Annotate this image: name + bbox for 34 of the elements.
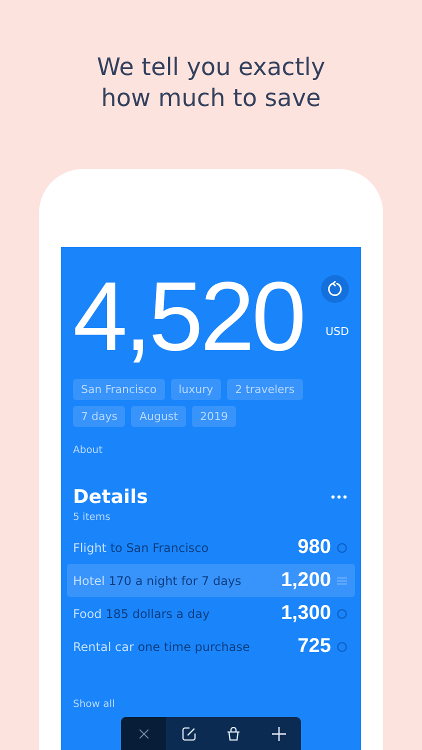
expense-amount: 1,300: [280, 602, 331, 625]
trash-icon: [227, 726, 240, 740]
drag-handle-icon[interactable]: [337, 576, 347, 584]
expense-amount: 980: [298, 536, 331, 559]
refresh-icon: [327, 281, 343, 297]
expense-row[interactable]: Food 185 dollars a day 1,300: [67, 597, 355, 630]
expense-description: Food 185 dollars a day: [73, 606, 211, 620]
trip-tag[interactable]: 2019: [192, 406, 236, 427]
trip-tag[interactable]: luxury: [170, 379, 222, 400]
expense-description: Hotel 170 a night for 7 days: [73, 574, 242, 588]
show-all-link[interactable]: Show all: [73, 699, 115, 710]
expense-amount: 1,200: [280, 569, 331, 592]
expense-description: Flight to San Francisco: [73, 540, 210, 554]
currency: USD: [325, 325, 349, 338]
about-link[interactable]: About: [73, 445, 103, 456]
close-icon: [138, 728, 148, 738]
headline: how much to save: [101, 83, 321, 114]
expense-description: Rental car one time purchase: [73, 640, 251, 654]
expense-row[interactable]: Flight to San Francisco 980: [67, 531, 355, 564]
reset-button[interactable]: [321, 275, 349, 303]
item-count: 5 items: [73, 512, 110, 523]
expense-amount: 725: [298, 635, 331, 658]
headline: We tell you exactly: [96, 52, 326, 83]
plus-icon: [272, 726, 286, 740]
trip-tag[interactable]: August: [131, 406, 186, 427]
trip-tag[interactable]: 7 days: [73, 406, 126, 427]
total-amount: 4,520: [73, 267, 304, 365]
expense-row[interactable]: Hotel 170 a night for 7 days 1,200: [67, 564, 355, 597]
more-icon[interactable]: [331, 495, 347, 499]
expense-row[interactable]: Rental car one time purchase 725: [67, 630, 355, 663]
trip-tag[interactable]: 2 travelers: [227, 379, 303, 400]
edit-icon: [182, 726, 196, 740]
details-title: Details: [73, 486, 148, 508]
trip-tag[interactable]: San Francisco: [73, 379, 165, 400]
